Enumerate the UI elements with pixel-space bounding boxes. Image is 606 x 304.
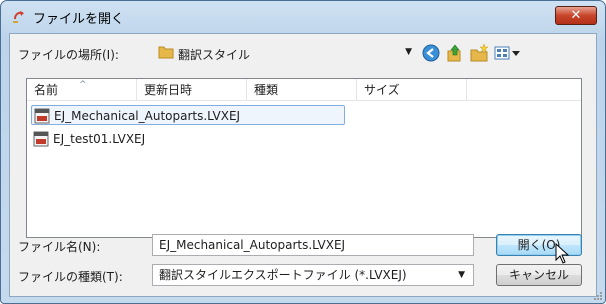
- mouse-cursor-icon: [555, 243, 570, 264]
- window-title: ファイルを開く: [33, 12, 125, 27]
- filename-label: ファイル名(N):: [18, 240, 101, 254]
- file-name: EJ_Mechanical_Autoparts.LVXEJ: [54, 109, 241, 123]
- file-list[interactable]: 名前 ^ 更新日時 種類 サイズ EJ_Mechanical_Autoparts…: [26, 78, 582, 238]
- chevron-down-icon: ▼: [405, 47, 412, 57]
- up-folder-icon[interactable]: [444, 42, 466, 64]
- filename-input[interactable]: EJ_Mechanical_Autoparts.LVXEJ: [152, 234, 474, 256]
- lookin-dropdown[interactable]: 翻訳スタイル ▼: [152, 42, 416, 64]
- column-header-type[interactable]: 種類: [247, 79, 357, 101]
- filetype-dropdown[interactable]: 翻訳スタイルエクスポートファイル (*.LVXEJ) ▼: [152, 264, 474, 286]
- filetype-value: 翻訳スタイルエクスポートファイル (*.LVXEJ): [159, 268, 407, 282]
- list-header: 名前 ^ 更新日時 種類 サイズ: [27, 79, 581, 101]
- resize-grip-icon[interactable]: [593, 291, 603, 301]
- chevron-down-icon: ▼: [458, 270, 465, 280]
- file-icon: [33, 131, 49, 147]
- back-icon[interactable]: [420, 42, 442, 64]
- cancel-button[interactable]: キャンセル: [496, 264, 582, 286]
- filetype-label: ファイルの種類(T):: [18, 270, 123, 284]
- list-item[interactable]: EJ_test01.LVXEJ: [31, 129, 145, 149]
- lookin-value: 翻訳スタイル: [178, 48, 251, 62]
- dialog-body: ファイルの場所(I): 翻訳スタイル ▼ 名前 ^ 更新日時 種類 サイズ EJ…: [9, 33, 597, 297]
- list-item[interactable]: EJ_Mechanical_Autoparts.LVXEJ: [31, 105, 345, 125]
- open-file-dialog: ファイルを開く ✕ ファイルの場所(I): 翻訳スタイル ▼ 名前 ^ 更新日時…: [0, 0, 606, 304]
- sort-ascending-icon: ^: [79, 80, 87, 90]
- close-button[interactable]: ✕: [555, 6, 597, 25]
- file-icon: [34, 108, 50, 124]
- title-bar[interactable]: ファイルを開く ✕: [1, 1, 605, 33]
- view-menu-icon[interactable]: [492, 42, 522, 64]
- column-header-date[interactable]: 更新日時: [137, 79, 247, 101]
- new-folder-icon[interactable]: [468, 42, 490, 64]
- file-name: EJ_test01.LVXEJ: [53, 132, 146, 146]
- title-open-icon: [13, 11, 24, 23]
- column-header-size[interactable]: サイズ: [357, 79, 467, 101]
- lookin-label: ファイルの場所(I):: [18, 48, 119, 62]
- column-header-name[interactable]: 名前 ^: [27, 79, 137, 101]
- column-label: 名前: [34, 83, 59, 97]
- folder-icon: [158, 46, 174, 59]
